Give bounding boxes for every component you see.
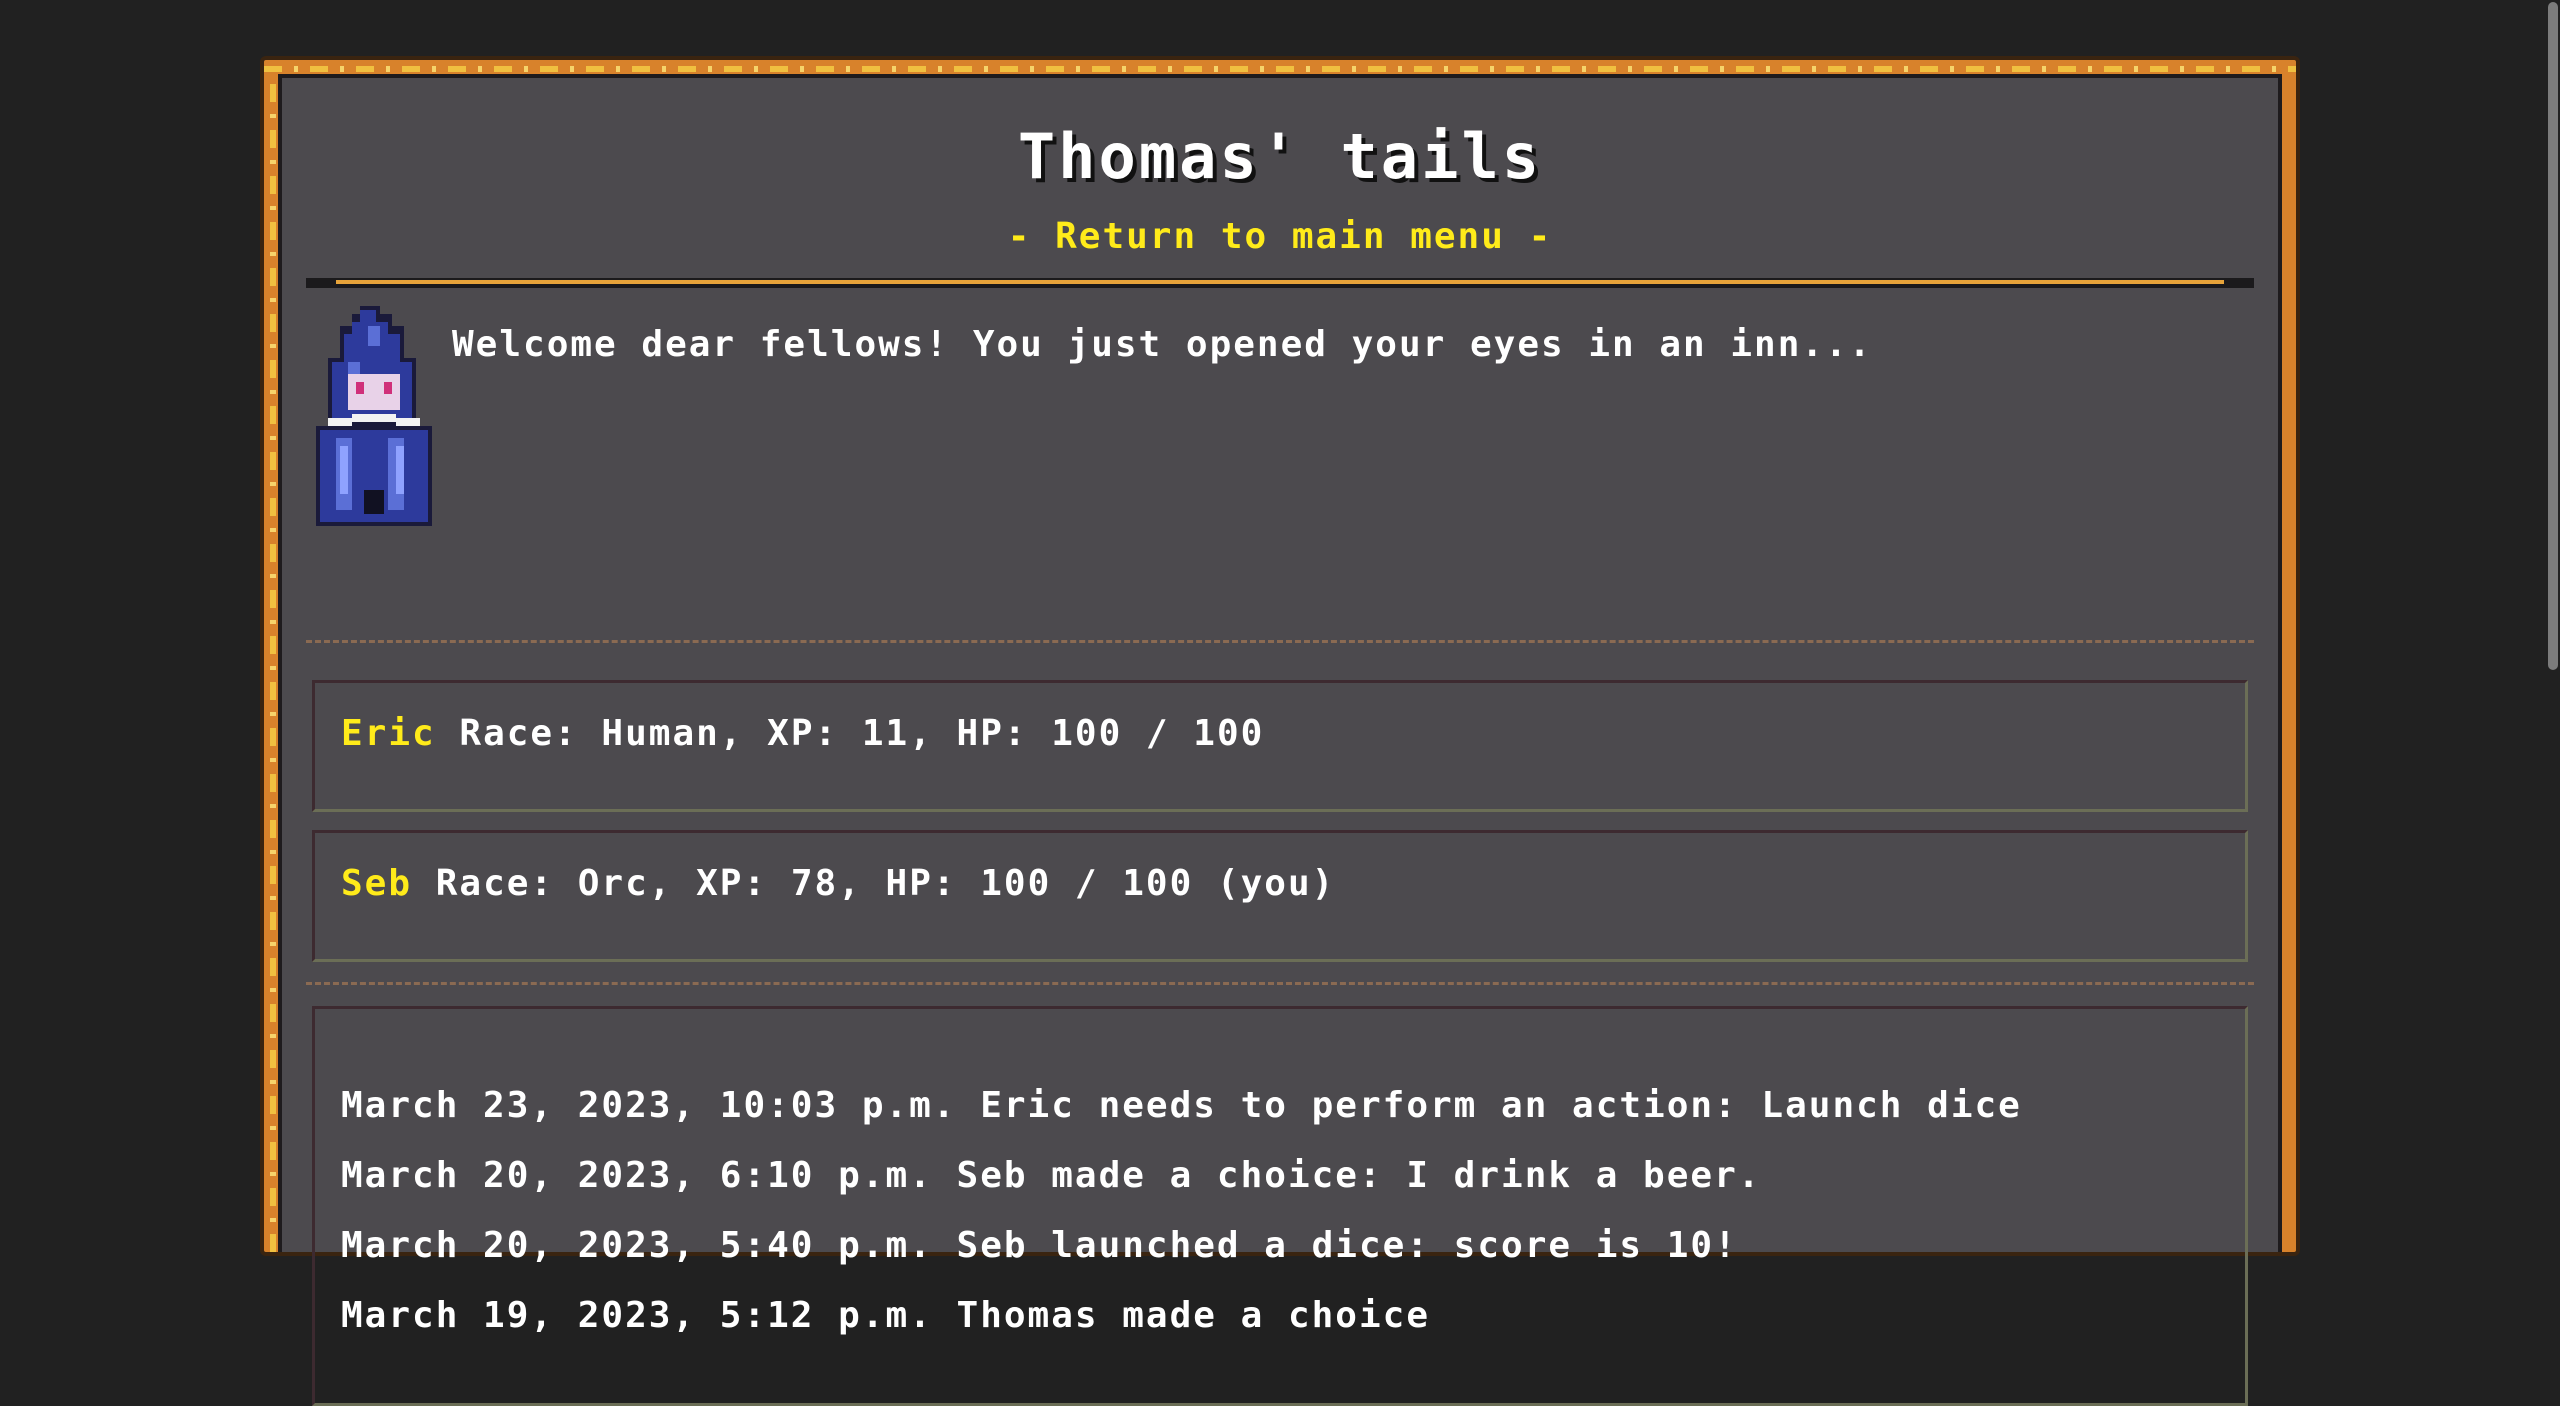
player-info: Eric Race: Human, XP: 11, HP: 100 / 100 — [341, 713, 1264, 754]
log-entry: March 19, 2023, 5:12 p.m. Thomas made a … — [341, 1295, 1430, 1336]
scrollbar-thumb[interactable] — [2548, 2, 2558, 670]
return-to-main-menu-link[interactable]: - Return to main menu - — [282, 216, 2278, 257]
player-info: Seb Race: Orc, XP: 78, HP: 100 / 100 (yo… — [341, 863, 1335, 904]
log-entry: March 20, 2023, 6:10 p.m. Seb made a cho… — [341, 1155, 1762, 1196]
narrator-ghost-icon — [316, 306, 432, 526]
section-divider — [306, 982, 2254, 985]
player-card-seb: Seb Race: Orc, XP: 78, HP: 100 / 100 (yo… — [312, 830, 2248, 962]
player-name: Seb — [341, 863, 413, 904]
log-entry: March 23, 2023, 10:03 p.m. Eric needs to… — [341, 1085, 2022, 1126]
player-name: Eric — [341, 713, 436, 754]
player-details: Race: Orc, XP: 78, HP: 100 / 100 (you) — [435, 863, 1336, 904]
narrator-message: Welcome dear fellows! You just opened yo… — [452, 324, 1873, 365]
title-divider — [306, 278, 2254, 288]
section-divider — [306, 640, 2254, 643]
game-frame: Thomas' tails - Return to main menu - We… — [260, 56, 2300, 1406]
page-title: Thomas' tails — [1017, 120, 1543, 193]
log-entry: March 20, 2023, 5:40 p.m. Seb launched a… — [341, 1225, 1738, 1266]
player-details: Race: Human, XP: 11, HP: 100 / 100 — [459, 713, 1265, 754]
game-panel: Thomas' tails - Return to main menu - We… — [278, 74, 2282, 1406]
player-card-eric: Eric Race: Human, XP: 11, HP: 100 / 100 — [312, 680, 2248, 812]
event-log: March 23, 2023, 10:03 p.m. Eric needs to… — [312, 1006, 2248, 1406]
page-scrollbar[interactable] — [2546, 0, 2560, 1220]
